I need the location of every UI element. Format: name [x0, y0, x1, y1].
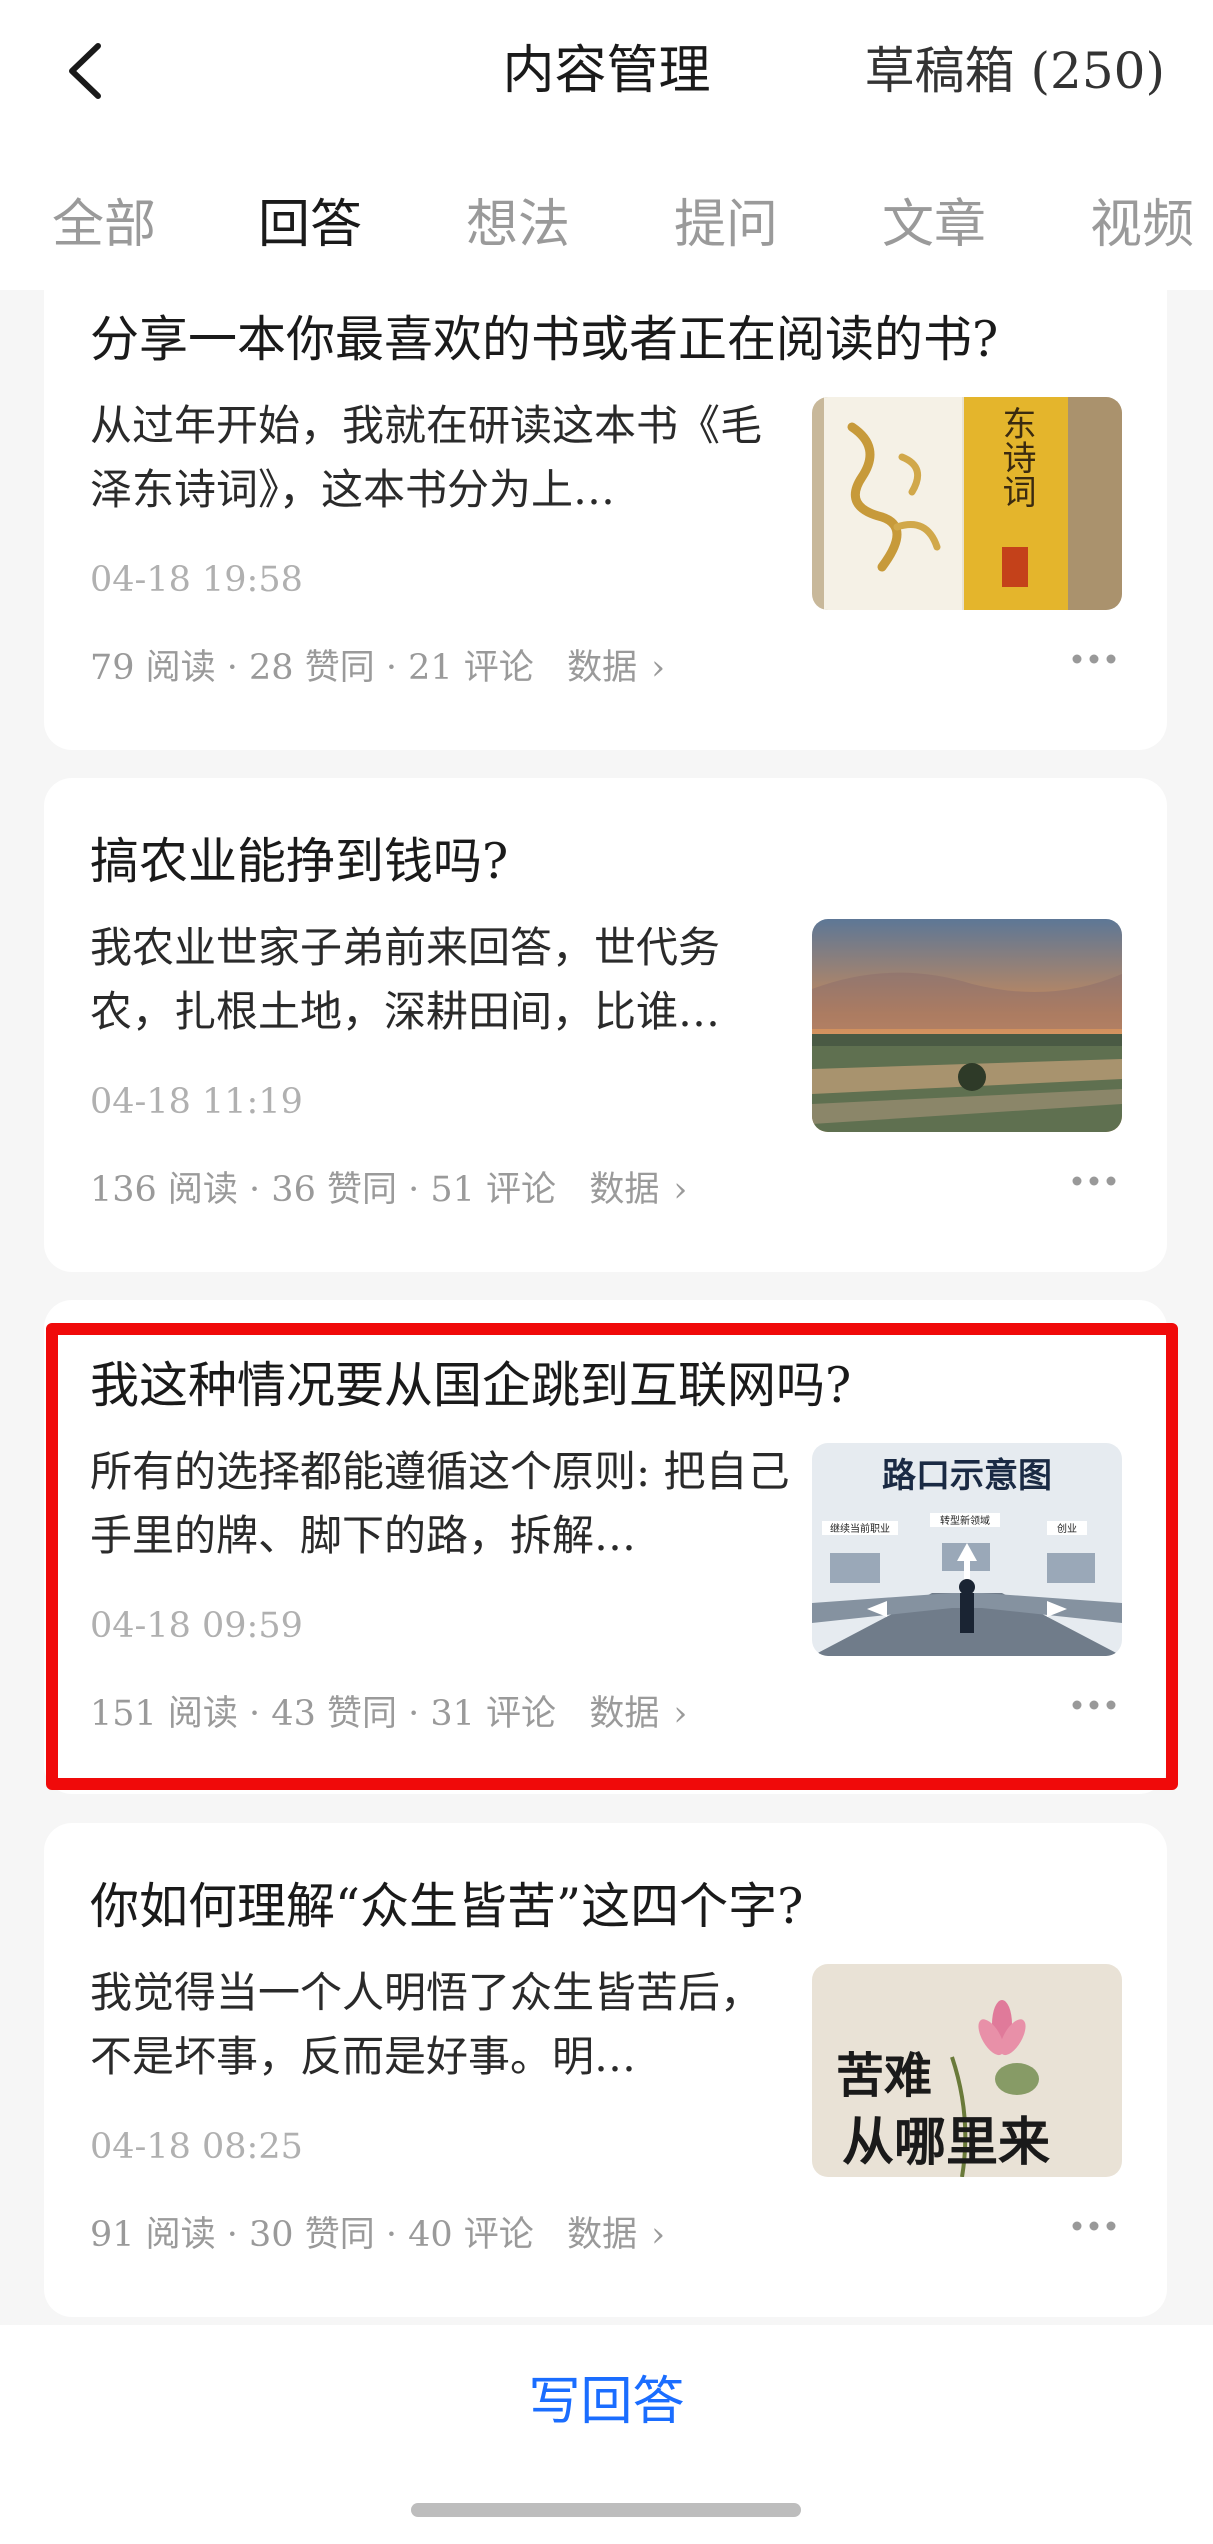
book-cover-image: 东诗词 — [812, 397, 1122, 610]
answer-stats: 136 阅读 · 36 赞同 · 51 评论 — [90, 1170, 557, 1210]
answer-thumbnail[interactable]: 东诗词 — [812, 397, 1122, 610]
more-options-icon[interactable] — [1071, 2220, 1117, 2232]
answer-title[interactable]: 分享一本你最喜欢的书或者正在阅读的书? — [90, 308, 998, 372]
answer-stats: 91 阅读 · 30 赞同 · 40 评论 — [90, 2215, 534, 2255]
drafts-button[interactable]: 草稿箱 (250) — [865, 38, 1165, 104]
answer-card[interactable]: 搞农业能挣到钱吗? 我农业世家子弟前来回答，世代务农，扎根土地，深耕田间，比谁…… — [44, 778, 1167, 1272]
chevron-right-icon: › — [651, 648, 666, 688]
answer-excerpt: 我农业世家子弟前来回答，世代务农，扎根土地，深耕田间，比谁… — [90, 923, 721, 1036]
answer-time: 04-18 19:58 — [90, 560, 303, 600]
more-options-icon[interactable] — [1071, 653, 1117, 665]
tab-all[interactable]: 全部 — [52, 190, 156, 260]
thumb-text-line2: 从哪里来 — [842, 2112, 1050, 2173]
answer-time: 04-18 08:25 — [90, 2127, 303, 2167]
answer-thumbnail[interactable]: 苦难 从哪里来 — [812, 1964, 1122, 2177]
tab-videos[interactable]: 视频 — [1090, 190, 1194, 260]
data-link[interactable]: 数据 — [567, 648, 637, 688]
answer-card[interactable]: 你如何理解“众生皆苦”这四个字? 我觉得当一个人明悟了众生皆苦后，不是坏事，反而… — [44, 1823, 1167, 2317]
answer-thumbnail[interactable] — [812, 919, 1122, 1132]
answer-stats: 79 阅读 · 28 赞同 · 21 评论 — [90, 648, 534, 688]
lotus-calligraphy-image: 苦难 从哪里来 — [812, 1964, 1122, 2177]
answer-time: 04-18 11:19 — [90, 1082, 303, 1122]
answer-stats-row: 136 阅读 · 36 赞同 · 51 评论 数据 › — [90, 1168, 687, 1212]
answer-excerpt: 我觉得当一个人明悟了众生皆苦后，不是坏事，反而是好事。明… — [90, 1968, 763, 2081]
answer-stats-row: 79 阅读 · 28 赞同 · 21 评论 数据 › — [90, 646, 665, 690]
bottom-bar: 写回答 — [0, 2325, 1213, 2544]
tab-thoughts[interactable]: 想法 — [466, 190, 570, 260]
tab-answers[interactable]: 回答 — [258, 190, 362, 260]
answer-title[interactable]: 你如何理解“众生皆苦”这四个字? — [90, 1875, 803, 1939]
book-cover-text: 东诗词 — [996, 406, 1036, 508]
answer-title[interactable]: 搞农业能挣到钱吗? — [90, 830, 508, 894]
answer-card[interactable]: 分享一本你最喜欢的书或者正在阅读的书? 从过年开始，我就在研读这本书《毛泽东诗词… — [44, 260, 1167, 750]
more-options-icon[interactable] — [1071, 1175, 1117, 1187]
thumb-text-line1: 苦难 — [836, 2048, 932, 2104]
chevron-right-icon: › — [651, 2215, 666, 2255]
answer-excerpt: 从过年开始，我就在研读这本书《毛泽东诗词》，这本书分为上… — [90, 401, 763, 514]
home-indicator[interactable] — [411, 2503, 801, 2517]
answer-stats-row: 91 阅读 · 30 赞同 · 40 评论 数据 › — [90, 2213, 665, 2257]
tab-articles[interactable]: 文章 — [882, 190, 986, 260]
tab-questions[interactable]: 提问 — [674, 190, 778, 260]
sunset-farmland-image — [812, 919, 1122, 1132]
write-answer-button[interactable]: 写回答 — [0, 2367, 1213, 2437]
top-nav-bar: 内容管理 草稿箱 (250) 全部 回答 想法 提问 文章 视频 — [0, 0, 1213, 290]
highlight-box — [46, 1323, 1178, 1790]
data-link[interactable]: 数据 — [589, 1170, 659, 1210]
data-link[interactable]: 数据 — [567, 2215, 637, 2255]
chevron-right-icon: › — [673, 1170, 688, 1210]
